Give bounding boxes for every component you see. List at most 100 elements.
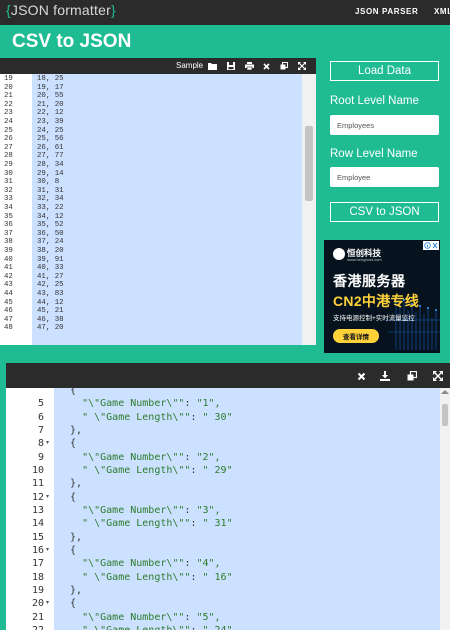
json-key: " \"Game Length\"": [58, 518, 191, 530]
json-value: " 29": [202, 464, 233, 476]
input-line-number: 29: [4, 161, 13, 169]
copy-icon[interactable]: [278, 60, 290, 72]
output-scrollbar-thumb[interactable]: [442, 404, 448, 426]
fullscreen-icon[interactable]: [296, 60, 308, 72]
input-line-number: 32: [4, 186, 13, 195]
json-value: " 16": [202, 571, 233, 583]
input-line-text: 20, 55: [37, 92, 64, 101]
ad-close-icon[interactable]: [423, 241, 439, 250]
input-line-number: 44: [4, 290, 13, 298]
input-line-number: 37: [4, 229, 13, 238]
input-line-text: 42, 25: [37, 281, 64, 290]
output-line-number: [6, 388, 44, 397]
output-code-line: {: [58, 597, 76, 610]
row-level-input[interactable]: [330, 167, 439, 187]
input-line-text: 23, 39: [37, 118, 64, 126]
csv-to-json-button[interactable]: CSV to JSON: [330, 202, 439, 222]
output-code-line: "\"Game Number\"": "2",: [58, 451, 221, 464]
fold-toggle-icon[interactable]: ▾: [46, 544, 49, 557]
output-code-line: " \"Game Length\"": " 31": [58, 517, 233, 530]
input-toolbar: Sample: [0, 58, 316, 74]
close-icon[interactable]: [354, 369, 368, 383]
fullscreen-icon[interactable]: [431, 369, 445, 383]
scroll-up-icon[interactable]: [441, 390, 449, 394]
ad-cta-button[interactable]: 查看详情: [333, 329, 379, 343]
output-scrollbar[interactable]: [440, 388, 450, 630]
output-code-line: {: [58, 388, 76, 397]
input-editor[interactable]: 19 20 21 22 23 24 25 26 27 28 29 30 31 32 33 34 35 36 37 38…: [0, 74, 316, 345]
json-key: "\"Game Number\"": [58, 504, 185, 516]
input-line-number: 40: [4, 255, 13, 264]
json-key: " \"Game Length\"": [58, 464, 191, 476]
input-line-number: 28: [4, 152, 13, 161]
json-colon: :: [184, 451, 197, 463]
fold-toggle-icon[interactable]: ▾: [46, 491, 49, 504]
top-navbar: {JSON formatter} JSON PARSER XML: [0, 0, 450, 25]
input-line-number: 30: [4, 169, 13, 178]
input-line-text: 28, 34: [37, 161, 64, 169]
output-text-area[interactable]: { "\"Game Number\"": "1", " \"Game Lengt…: [54, 388, 440, 630]
folder-open-icon[interactable]: [206, 60, 218, 72]
input-line-text: 24, 25: [37, 126, 64, 135]
input-line-text: 37, 24: [37, 238, 64, 247]
json-punctuation: },: [58, 584, 83, 596]
output-line-number: 6: [37, 411, 44, 423]
root-level-input[interactable]: [330, 115, 439, 135]
input-line-text: 33, 22: [37, 204, 64, 212]
download-icon[interactable]: [378, 369, 392, 383]
sample-link[interactable]: Sample: [176, 61, 203, 70]
input-scrollbar-thumb[interactable]: [305, 126, 313, 201]
root-level-label: Root Level Name: [330, 95, 419, 107]
input-line-text: 38, 20: [37, 247, 64, 255]
output-editor[interactable]: 5678▾9101112▾13141516▾17181920▾2122 { "\…: [6, 388, 450, 630]
output-code-line: "\"Game Number\"": "5",: [58, 611, 221, 624]
copy-icon[interactable]: [405, 369, 419, 383]
input-line-text: 47, 20: [37, 324, 64, 333]
input-text-area[interactable]: 18, 25 19, 17 20, 55 21, 20 22, 12 23, 39 24, …: [32, 74, 302, 345]
json-colon: :: [184, 504, 197, 516]
output-line-number: 5: [37, 398, 44, 410]
output-toolbar: [6, 363, 450, 388]
json-colon: :: [190, 571, 203, 583]
input-line-text: 35, 52: [37, 221, 64, 230]
output-code-line: },: [58, 424, 82, 437]
json-punctuation: },: [58, 478, 83, 490]
input-line-text: 29, 14: [37, 169, 64, 178]
input-line-text: 40, 33: [37, 264, 64, 273]
fold-toggle-icon[interactable]: ▾: [46, 437, 49, 450]
output-code-line: " \"Game Length\"": " 30": [58, 411, 233, 424]
input-line-text: 32, 34: [37, 195, 64, 204]
json-value: " 30": [202, 411, 233, 423]
json-key: " \"Game Length\"": [58, 411, 191, 423]
nav-json-parser[interactable]: JSON PARSER: [355, 7, 418, 16]
print-icon[interactable]: [243, 60, 255, 72]
json-value: "4",: [196, 558, 221, 570]
save-icon[interactable]: [225, 60, 237, 72]
output-line-number: 11: [31, 478, 44, 490]
output-line-number: 21: [31, 611, 44, 623]
close-icon[interactable]: [260, 60, 272, 72]
input-line-number: 21: [4, 92, 13, 101]
input-line-number: 46: [4, 307, 13, 316]
ad-brand-url: www.henghost.com: [347, 257, 382, 262]
input-line-number: 34: [4, 204, 13, 212]
json-key: "\"Game Number\"": [58, 451, 185, 463]
load-data-button[interactable]: Load Data: [330, 61, 439, 81]
json-value: "3",: [196, 504, 221, 516]
output-line-number: 10: [31, 464, 44, 476]
nav-xml[interactable]: XML: [434, 7, 450, 16]
output-line-number: 15: [31, 531, 44, 543]
json-colon: :: [190, 518, 203, 530]
json-punctuation: {: [58, 438, 77, 450]
output-code-line: {: [58, 437, 76, 450]
output-line-number: 13: [31, 504, 44, 516]
advertisement-banner[interactable]: 恒创科技 www.henghost.com 香港服务器 CN2中港专线 支持电源…: [324, 240, 440, 353]
output-line-number: 19: [31, 584, 44, 596]
output-code-line: "\"Game Number\"": "3",: [58, 504, 221, 517]
input-scrollbar[interactable]: [302, 74, 316, 345]
fold-toggle-icon[interactable]: ▾: [46, 597, 49, 610]
input-line-text: 22, 12: [37, 109, 64, 118]
site-logo[interactable]: {JSON formatter}: [6, 2, 116, 18]
output-line-number: 18: [31, 571, 44, 583]
input-line-text: 34, 12: [37, 212, 64, 221]
